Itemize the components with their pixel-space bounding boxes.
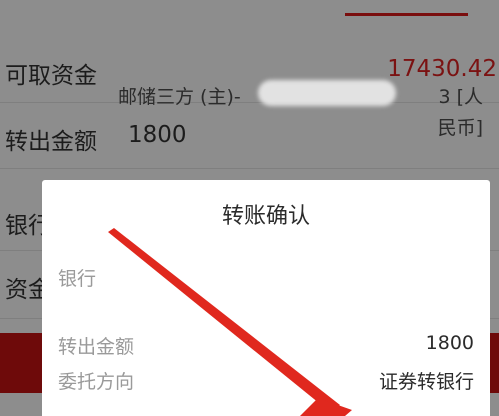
dialog-title: 转账确认 xyxy=(221,204,310,229)
transfer-amount-label: 转出金额 xyxy=(5,129,97,155)
active-tab-indicator xyxy=(345,13,468,16)
row-divider xyxy=(0,168,499,169)
dialog-bank-label: 银行 xyxy=(58,268,97,290)
dialog-bank-currency: 民币] xyxy=(437,117,483,139)
dialog-amount-value: 1800 xyxy=(425,332,474,354)
dialog-direction-value: 证券转银行 xyxy=(378,371,474,393)
dialog-amount-label: 转出金额 xyxy=(58,336,135,358)
redacted-account-number xyxy=(258,80,396,106)
dialog-bank-value-tail: 3 [人 xyxy=(438,86,483,108)
dialog-bank-value: 邮储三方 (主)- xyxy=(118,86,241,108)
available-funds-value: 17430.42 xyxy=(387,56,497,82)
row-divider xyxy=(0,102,499,103)
transfer-amount-input[interactable]: 1800 xyxy=(128,122,187,148)
dialog-direction-label: 委托方向 xyxy=(58,371,135,393)
available-funds-label: 可取资金 xyxy=(5,63,97,89)
